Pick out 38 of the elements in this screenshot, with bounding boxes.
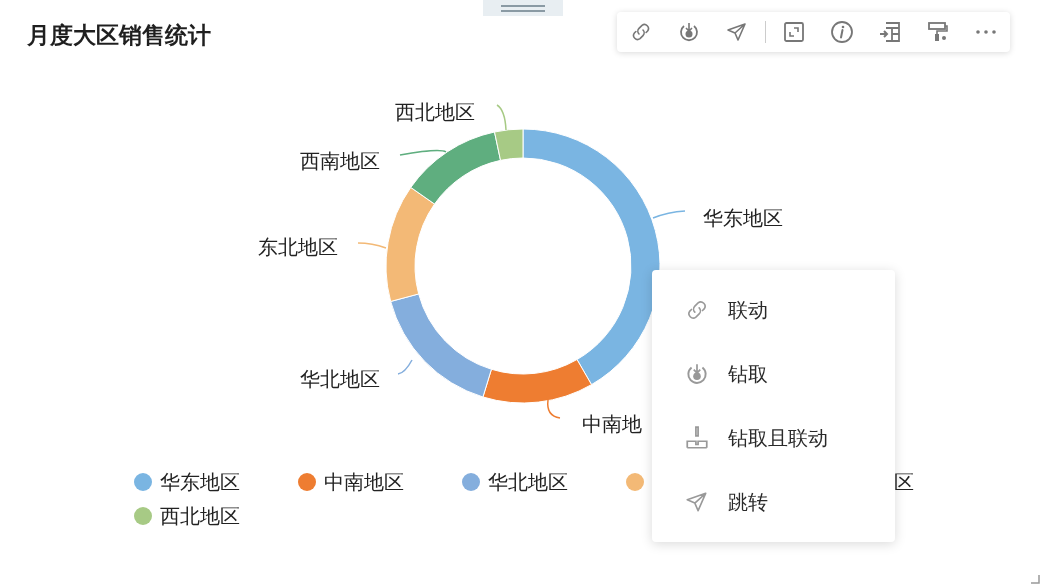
leader-line <box>652 210 686 219</box>
resize-handle-icon[interactable] <box>1030 574 1040 584</box>
leader-line <box>496 104 507 131</box>
donut-slice[interactable] <box>410 131 502 205</box>
donut-slice[interactable] <box>385 186 436 302</box>
donut-slice[interactable] <box>390 293 492 398</box>
donut-slice[interactable] <box>522 128 661 386</box>
chart-title: 月度大区销售统计 <box>27 21 211 50</box>
leader-line <box>397 359 413 375</box>
expand-icon[interactable] <box>782 20 806 44</box>
slice-label: 中南地 <box>582 411 642 436</box>
legend-label[interactable]: 西北地区 <box>160 502 240 530</box>
donut-slice[interactable] <box>482 359 592 404</box>
menu-item[interactable]: 钻取且联动 <box>652 406 895 470</box>
donut-slice[interactable] <box>494 128 524 161</box>
leader-line <box>357 242 387 249</box>
menu-item[interactable]: 联动 <box>652 278 895 342</box>
info-icon[interactable] <box>830 20 854 44</box>
stamp-icon <box>684 425 710 451</box>
download-circle-icon[interactable] <box>677 20 701 44</box>
legend-label[interactable]: 华东地区 <box>160 468 240 496</box>
send-icon[interactable] <box>725 20 749 44</box>
leader-line <box>399 149 447 156</box>
slice-label: 华东地区 <box>703 205 783 230</box>
download-circle-icon <box>684 361 710 387</box>
drag-handle[interactable] <box>483 0 563 16</box>
legend-label[interactable]: 中南地区 <box>324 468 404 496</box>
table-import-icon[interactable] <box>878 20 902 44</box>
slice-label: 西北地区 <box>395 99 475 124</box>
menu-item[interactable]: 跳转 <box>652 470 895 534</box>
slice-label: 西南地区 <box>300 148 380 173</box>
menu-item[interactable]: 钻取 <box>652 342 895 406</box>
leader-line <box>547 399 561 419</box>
slice-label: 华北地区 <box>300 366 380 391</box>
legend-label[interactable]: 区 <box>894 468 914 496</box>
legend-label[interactable]: 华北地区 <box>488 468 568 496</box>
slice-label: 东北地区 <box>258 234 338 259</box>
paint-roller-icon[interactable] <box>926 20 950 44</box>
